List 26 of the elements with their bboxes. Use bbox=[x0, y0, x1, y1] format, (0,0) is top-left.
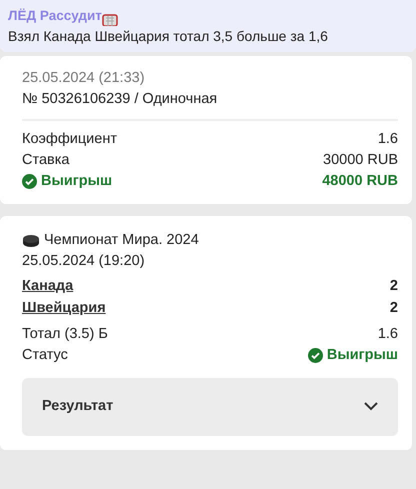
check-icon bbox=[308, 348, 323, 363]
row-label: Статус bbox=[22, 346, 68, 365]
team-name: Швейцария bbox=[22, 299, 106, 318]
result-accordion[interactable]: Результат bbox=[22, 378, 398, 436]
bet-number: № 50326106239 / Одиночная bbox=[22, 90, 218, 110]
event-date: 25.05.2024 (19:20) bbox=[22, 252, 146, 272]
row-label: Ставка bbox=[22, 151, 70, 170]
league-name: Чемпионат Мира. 2024 bbox=[44, 231, 199, 250]
row-label: Выигрыш bbox=[41, 172, 112, 192]
author-name: ЛЁД Рассудит bbox=[8, 7, 102, 25]
chevron-icon bbox=[364, 402, 378, 412]
row-label: Тотал (3.5) Б bbox=[22, 324, 108, 344]
row-value: 30000 RUB bbox=[323, 151, 398, 170]
row-value: 1.6 bbox=[378, 324, 398, 344]
message-text: Взял Канада Швейцария тотал 3,5 больше за 1,6 bbox=[8, 27, 329, 46]
row-label: Коэффициент bbox=[22, 130, 117, 150]
row-value: 1.6 bbox=[378, 130, 398, 150]
row-value: Выигрыш bbox=[326, 346, 398, 365]
row-value: 48000 RUB bbox=[322, 172, 398, 192]
goal-icon bbox=[102, 14, 118, 26]
team-score: 2 bbox=[390, 277, 398, 296]
puck-icon bbox=[22, 234, 40, 248]
bet-date: 25.05.2024 (21:33) bbox=[22, 69, 146, 88]
check-icon bbox=[22, 174, 37, 190]
team-name: Канада bbox=[22, 277, 74, 296]
team-score: 2 bbox=[390, 299, 398, 318]
